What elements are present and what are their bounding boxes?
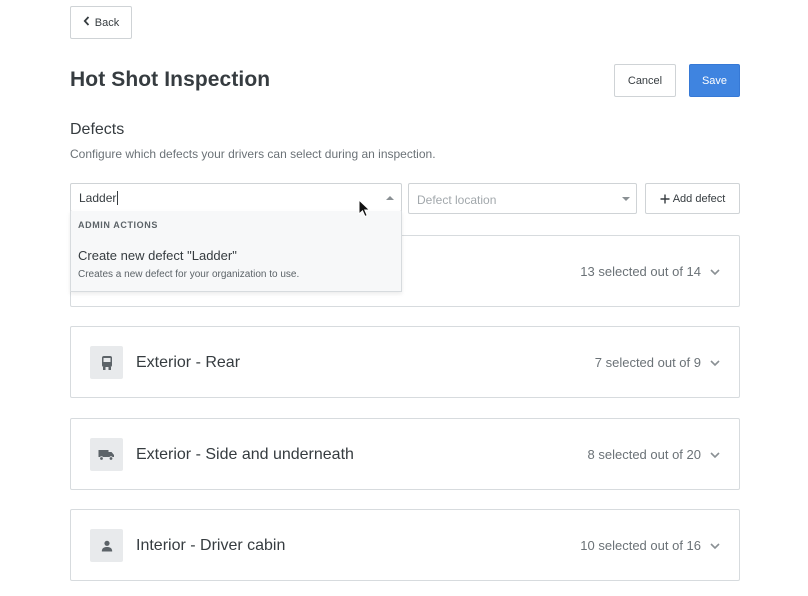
add-defect-label: Add defect (672, 192, 726, 205)
category-title: Exterior - Rear (136, 354, 241, 371)
defect-search-input[interactable]: Ladder (70, 183, 402, 212)
defect-search-value: Ladder (79, 191, 119, 205)
add-defect-button[interactable]: Add defect (645, 183, 740, 214)
category-title: Interior - Driver cabin (136, 537, 286, 554)
chevron-down-icon[interactable] (709, 540, 721, 552)
mouse-cursor-icon (358, 199, 371, 218)
defect-category-card-exterior-side[interactable]: Exterior - Side and underneath 8 selecte… (70, 418, 740, 490)
defect-category-card-exterior-rear[interactable]: Exterior - Rear 7 selected out of 9 (70, 326, 740, 398)
back-button[interactable]: Back (70, 6, 132, 39)
selected-count: 7 selected out of 9 (594, 355, 701, 370)
caret-down-icon (622, 197, 630, 201)
bus-rear-icon (90, 346, 123, 379)
back-label: Back (94, 16, 120, 29)
selected-count: 13 selected out of 14 (580, 264, 701, 279)
defect-category-card-interior[interactable]: Interior - Driver cabin 10 selected out … (70, 509, 740, 581)
chevron-down-icon[interactable] (709, 266, 721, 278)
page-title: Hot Shot Inspection (70, 68, 271, 91)
defects-description: Configure which defects your drivers can… (70, 147, 436, 161)
chevron-left-icon (83, 15, 90, 28)
defect-search-dropdown: ADMIN ACTIONS Create new defect "Ladder"… (70, 211, 402, 292)
truck-icon (90, 438, 123, 471)
dropdown-group-label: ADMIN ACTIONS (78, 220, 158, 230)
plus-icon (660, 192, 670, 206)
caret-up-icon[interactable] (386, 196, 394, 200)
chevron-down-icon[interactable] (709, 357, 721, 369)
defect-location-select[interactable]: Defect location (408, 183, 637, 214)
option-subtitle: Creates a new defect for your organizati… (78, 269, 300, 280)
option-title: Create new defect "Ladder" (78, 248, 237, 263)
cancel-button[interactable]: Cancel (614, 64, 676, 97)
chevron-down-icon[interactable] (709, 449, 721, 461)
defect-location-placeholder: Defect location (417, 193, 497, 207)
selected-count: 8 selected out of 20 (587, 447, 701, 462)
person-icon (90, 529, 123, 562)
save-button[interactable]: Save (689, 64, 740, 97)
defects-heading: Defects (70, 121, 125, 138)
category-title: Exterior - Side and underneath (136, 446, 354, 463)
selected-count: 10 selected out of 16 (580, 538, 701, 553)
